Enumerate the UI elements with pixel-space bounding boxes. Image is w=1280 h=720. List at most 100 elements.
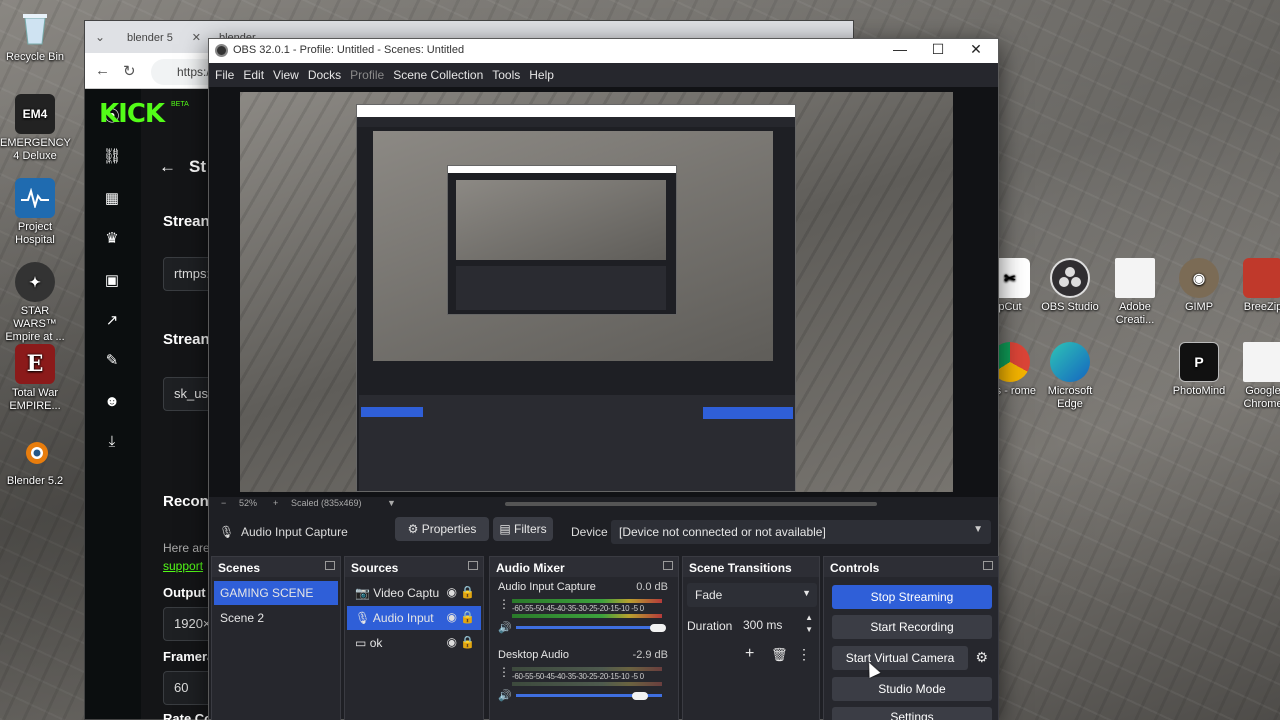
eye-icon[interactable]: ◉ [447, 585, 457, 599]
studio-mode-button[interactable]: Studio Mode [832, 677, 992, 701]
preview-area [209, 87, 998, 497]
lock-icon[interactable]: 🔒 [460, 585, 475, 599]
desktop-icon-label: Recycle Bin [5, 51, 65, 63]
download-icon[interactable]: ⤓ [101, 433, 123, 455]
menu-edit[interactable]: Edit [243, 63, 273, 87]
stop-streaming-button[interactable]: Stop Streaming [832, 585, 992, 609]
zoom-out-icon[interactable]: − [221, 498, 226, 508]
spin-down-icon[interactable]: ▼ [805, 625, 813, 634]
start-recording-button[interactable]: Start Recording [832, 615, 992, 639]
maximize-icon[interactable]: ☐ [920, 41, 956, 61]
desktop-icon-google-chrome[interactable]: Google Chrome [1228, 342, 1280, 411]
desktop-icon-project-hospital[interactable]: Project Hospital [0, 178, 70, 247]
spin-up-icon[interactable]: ▲ [805, 613, 813, 622]
desktop-icon-emergency[interactable]: EM4 EMERGENCY 4 Deluxe [0, 94, 71, 163]
recycle-bin-icon [15, 8, 55, 48]
preview-scrollbar[interactable] [505, 502, 877, 506]
desktop-icon-adobe[interactable]: Adobe Creati... [1100, 258, 1170, 327]
users-icon[interactable]: ☻ [101, 393, 123, 415]
lock-icon[interactable]: 🔒 [460, 635, 475, 649]
kick-logo: KICK [99, 99, 165, 129]
gear-icon[interactable]: ⚙ [975, 649, 988, 666]
chart-icon[interactable]: ▦ [101, 189, 123, 211]
menu-file[interactable]: File [215, 63, 243, 87]
gear-icon: ⚙ [407, 522, 419, 536]
back-icon[interactable]: ← [95, 62, 110, 79]
popout-icon[interactable] [325, 561, 335, 570]
minimize-icon[interactable]: — [882, 41, 918, 61]
kick-sidebar: ⦿ ⛓ ▦ ♛ ▣ ↗ ✎ ☻ ⤓ [85, 89, 141, 719]
kebab-menu-icon[interactable]: ⋮ [797, 646, 811, 663]
desktop-icon-total-war[interactable]: E Total War EMPIRE... [0, 344, 70, 413]
scene-transitions-title: Scene Transitions [689, 561, 792, 575]
obs-window[interactable]: OBS 32.0.1 - Profile: Untitled - Scenes:… [208, 38, 999, 720]
kebab-menu-icon[interactable]: ⋮ [498, 597, 510, 611]
filters-button[interactable]: ▤ Filters [493, 517, 553, 541]
menu-tools[interactable]: Tools [492, 63, 529, 87]
speaker-icon[interactable]: 🔊 [498, 621, 512, 634]
popout-icon[interactable] [468, 561, 478, 570]
eye-icon[interactable]: ◉ [447, 635, 457, 649]
source-item-audio-input[interactable]: 🎙 Audio Input ◉ 🔒 [347, 606, 481, 630]
tab-label: blender 5 [127, 32, 173, 44]
tab-list-icon[interactable]: ⌄ [95, 30, 105, 44]
speaker-icon[interactable]: 🔊 [498, 689, 512, 702]
desktop-icon-recycle-bin[interactable]: Recycle Bin [0, 8, 70, 64]
close-icon[interactable]: ✕ [192, 31, 201, 44]
audio-mixer-title: Audio Mixer [496, 561, 565, 575]
stream-key-heading: Strean [163, 331, 210, 348]
start-virtual-camera-button[interactable]: Start Virtual Camera [832, 646, 968, 670]
source-item-video-capture[interactable]: 📷 Video Captu ◉ 🔒 [347, 581, 481, 605]
trophy-icon[interactable]: ♛ [101, 229, 123, 251]
obs-menubar: File Edit View Docks Profile Scene Colle… [209, 63, 998, 87]
wrench-icon[interactable]: ✎ [101, 351, 123, 373]
preview-canvas[interactable] [240, 92, 953, 492]
eye-icon[interactable]: ◉ [447, 610, 457, 624]
scene-item-gaming-scene[interactable]: GAMING SCENE [214, 581, 338, 605]
desktop-icon-blender[interactable]: Blender 5.2 [0, 432, 70, 488]
menu-docks[interactable]: Docks [308, 63, 350, 87]
trash-icon[interactable]: 🗑 [771, 647, 788, 663]
zoom-in-icon[interactable]: + [273, 498, 278, 508]
popout-icon[interactable] [663, 561, 673, 570]
desktop-icon-label: GIMP [1184, 301, 1214, 313]
properties-button[interactable]: ⚙ Properties [395, 517, 489, 541]
desktop-icon-star-wars[interactable]: ✦ STAR WARS™ Empire at ... [0, 262, 70, 344]
add-icon[interactable]: + [745, 645, 754, 663]
desktop-icon-obs-studio[interactable]: OBS Studio [1035, 258, 1105, 314]
link-icon[interactable]: ⛓ [101, 147, 123, 169]
desktop-icon-breezip[interactable]: BreeZip [1228, 258, 1280, 314]
desktop-icon-label: PhotoMind [1172, 385, 1226, 397]
back-arrow-icon[interactable]: ← [159, 157, 176, 177]
source-item-ok[interactable]: ▭ ok ◉ 🔒 [347, 631, 481, 655]
kebab-menu-icon[interactable]: ⋮ [498, 665, 510, 679]
chevron-down-icon[interactable]: ▼ [387, 498, 396, 508]
reload-icon[interactable]: ↻ [123, 62, 136, 80]
desktop-icon-photomind[interactable]: P PhotoMind [1164, 342, 1234, 398]
device-select[interactable]: [Device not connected or not available] … [611, 520, 991, 544]
audio-mixer-dock: Audio Mixer Audio Input Capture 0.0 dB ⋮… [489, 556, 679, 720]
menu-help[interactable]: Help [529, 63, 563, 87]
settings-button[interactable]: Settings [832, 707, 992, 720]
lock-icon[interactable]: 🔒 [460, 610, 475, 624]
browser-tab[interactable]: blender 5 ✕ [119, 25, 207, 53]
desktop-icon-gimp[interactable]: ◉ GIMP [1164, 258, 1234, 314]
scene-item-scene-2[interactable]: Scene 2 [214, 606, 338, 630]
volume-fader-knob[interactable] [650, 624, 666, 632]
chevron-down-icon: ▼ [802, 588, 811, 598]
analytics-icon[interactable]: ↗ [101, 311, 123, 333]
menu-scene-collection[interactable]: Scene Collection [393, 63, 492, 87]
menu-profile[interactable]: Profile [350, 63, 393, 87]
menu-view[interactable]: View [273, 63, 308, 87]
video-icon[interactable]: ▣ [101, 271, 123, 293]
desktop-icon-edge[interactable]: Microsoft Edge [1035, 342, 1105, 411]
volume-fader[interactable] [516, 626, 662, 629]
support-link[interactable]: support [163, 559, 203, 573]
volume-fader-knob[interactable] [632, 692, 648, 700]
duration-spinbox[interactable]: 300 ms ▲ ▼ [739, 613, 817, 637]
transition-select[interactable]: Fade ▼ [687, 583, 817, 607]
close-icon[interactable]: ✕ [958, 41, 994, 61]
chevron-down-icon: ▼ [973, 524, 983, 535]
source-toolbar: 🎙 Audio Input Capture ⚙ Properties ▤ Fil… [209, 517, 998, 547]
popout-icon[interactable] [983, 561, 993, 570]
